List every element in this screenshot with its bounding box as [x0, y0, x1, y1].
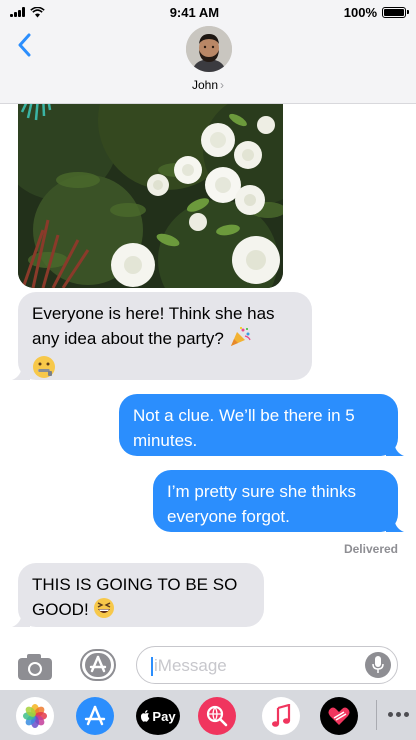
- grinning-squinting-face-icon: [93, 597, 115, 626]
- wifi-icon: [30, 6, 45, 17]
- message-text-line: any idea about the party?: [32, 326, 298, 355]
- app-store-app-button[interactable]: [76, 697, 114, 735]
- music-app-button[interactable]: [262, 697, 300, 735]
- message-text-line: any idea about the party?: [32, 329, 224, 348]
- received-message-bubble[interactable]: Everyone is here! Think she has any idea…: [12, 292, 312, 380]
- delivered-status: Delivered: [343, 542, 398, 556]
- bubble-tail: [12, 364, 30, 380]
- app-store-icon: [80, 649, 116, 681]
- received-message-bubble[interactable]: THIS IS GOING TO BE SO GOOD!: [12, 563, 264, 627]
- contact-avatar[interactable]: [186, 26, 232, 72]
- apple-logo-icon: [141, 710, 150, 722]
- message-text-line: Not a clue. We’ll be there in 5: [133, 406, 355, 425]
- more-dot: [396, 712, 401, 717]
- battery-level: [384, 8, 404, 16]
- photos-app-icon: [23, 704, 47, 728]
- message-text-line: THIS IS GOING TO BE SO: [32, 575, 238, 594]
- digital-touch-icon: [328, 707, 350, 725]
- microphone-icon: [372, 656, 384, 673]
- zipper-mouth-face-icon: [32, 355, 56, 386]
- imessage-input[interactable]: iMessage: [136, 646, 398, 684]
- more-dot: [404, 712, 409, 717]
- battery-percent: 100%: [343, 4, 377, 20]
- battery-icon: [382, 6, 409, 18]
- more-apps-button[interactable]: [388, 712, 409, 717]
- dictation-button[interactable]: [365, 652, 391, 678]
- camera-button[interactable]: [16, 652, 54, 682]
- bubble-tail: [12, 611, 30, 627]
- message-text-line: everyone forgot.: [167, 507, 290, 526]
- message-text-line: GOOD!: [32, 600, 89, 619]
- message-input-bar: iMessage: [0, 640, 416, 690]
- status-left: [10, 6, 45, 18]
- sent-message-bubble[interactable]: Not a clue. We’ll be there in 5 minutes.: [119, 394, 404, 456]
- app-store-button[interactable]: [80, 649, 116, 681]
- contact-name-button[interactable]: John ›: [0, 78, 416, 92]
- text-caret: [151, 657, 153, 676]
- drawer-divider: [376, 700, 377, 730]
- imessage-placeholder: iMessage: [154, 656, 227, 675]
- bubble-tail: [386, 440, 404, 456]
- music-icon: [272, 704, 291, 727]
- message-text-line: GOOD!: [32, 597, 250, 626]
- apple-pay-label: Pay: [152, 708, 176, 724]
- app-drawer: Pay: [0, 690, 416, 740]
- avatar-photo: [186, 26, 232, 72]
- chevron-right-icon: ›: [220, 78, 225, 92]
- app-store-icon: [84, 705, 106, 726]
- more-dot: [388, 712, 393, 717]
- digital-touch-button[interactable]: [320, 697, 358, 735]
- camera-icon: [18, 654, 52, 680]
- cellular-signal-icon: [10, 7, 25, 17]
- web-images-icon: [206, 705, 228, 727]
- message-text-line: minutes.: [133, 431, 198, 450]
- bubble-tail: [386, 516, 404, 532]
- status-bar: 9:41 AM 100%: [0, 0, 416, 24]
- message-text-line: [32, 355, 298, 386]
- apple-pay-button[interactable]: Pay: [136, 697, 180, 735]
- chevron-left-icon: [18, 33, 31, 57]
- status-right: 100%: [343, 4, 409, 20]
- web-images-button[interactable]: [198, 697, 236, 735]
- contact-name: John: [191, 78, 219, 92]
- back-button[interactable]: [8, 28, 40, 62]
- message-text-line: I’m pretty sure she thinks: [167, 482, 356, 501]
- message-text-line: Everyone is here! Think she has: [32, 304, 275, 323]
- status-time: 9:41 AM: [169, 4, 220, 20]
- photos-app-button[interactable]: [16, 697, 54, 735]
- sent-message-bubble[interactable]: I’m pretty sure she thinks everyone forg…: [153, 470, 404, 532]
- party-popper-icon: [229, 326, 251, 355]
